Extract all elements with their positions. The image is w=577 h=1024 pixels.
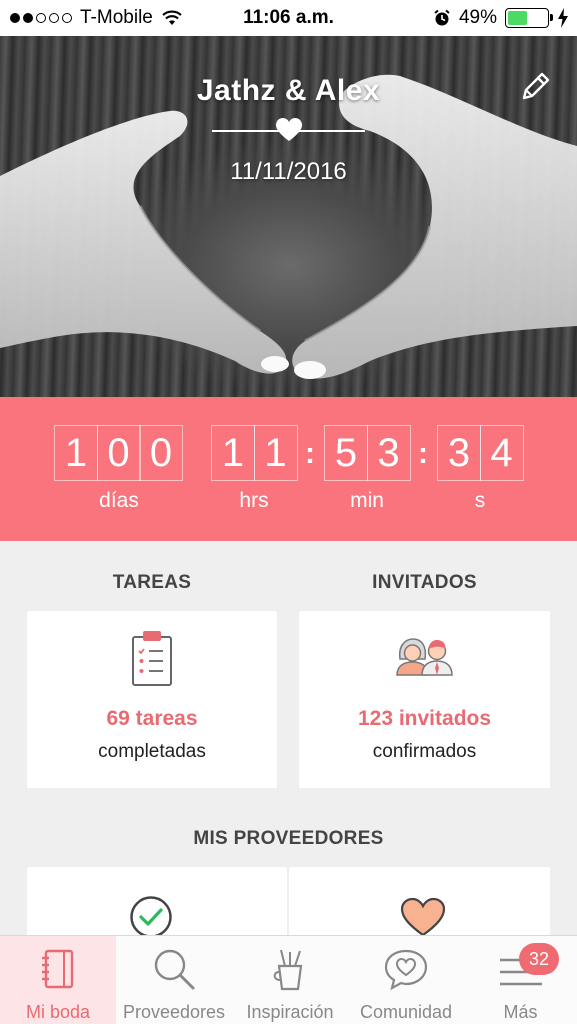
clipboard-checklist-icon xyxy=(132,631,172,686)
seconds-label: s xyxy=(474,489,486,512)
minutes-digit: 3 xyxy=(366,425,411,481)
tab-inspiracion[interactable]: Inspiración xyxy=(232,936,348,1024)
days-digit: 0 xyxy=(96,425,141,481)
heart-favorite-icon xyxy=(400,897,446,937)
tab-proveedores[interactable]: Proveedores xyxy=(116,936,232,1024)
battery-icon xyxy=(505,8,553,28)
tab-comunidad[interactable]: Comunidad xyxy=(348,936,464,1024)
battery-percent: 49% xyxy=(458,7,497,28)
status-right: 49% xyxy=(433,7,569,29)
days-digit: 0 xyxy=(139,425,183,481)
tab-label: Mi boda xyxy=(25,1002,91,1022)
tab-label: Inspiración xyxy=(246,1002,334,1022)
countdown-days: 1 0 0 xyxy=(54,425,183,481)
guests-card[interactable]: 123 invitados confirmados xyxy=(299,611,550,788)
seconds-digit: 3 xyxy=(437,425,481,481)
countdown-minutes: 5 3 xyxy=(324,425,411,481)
tasks-card[interactable]: 69 tareas completadas xyxy=(27,611,277,788)
countdown-banner: 1 0 0 1 1 : 5 3 : 3 4 días hrs min s xyxy=(0,397,577,541)
bottom-tab-bar: Mi boda Proveedores Inspiración Comunida… xyxy=(0,935,577,1024)
tab-label: Más xyxy=(503,1002,538,1022)
notification-badge: 32 xyxy=(519,943,559,975)
guests-couple-icon xyxy=(396,638,453,676)
hours-label: hrs xyxy=(239,489,269,512)
heart-chat-icon xyxy=(384,949,428,991)
minutes-digit: 5 xyxy=(324,425,368,481)
guests-section-title: INVITADOS xyxy=(372,572,477,593)
tab-label: Comunidad xyxy=(359,1002,453,1022)
tab-mi-boda[interactable]: Mi boda xyxy=(0,936,116,1024)
tasks-count: 69 tareas xyxy=(106,707,198,730)
guests-count: 123 invitados xyxy=(357,707,492,730)
pencil-cup-icon xyxy=(273,949,303,991)
edit-pencil-icon[interactable] xyxy=(518,70,552,104)
days-digit: 1 xyxy=(54,425,98,481)
status-bar: T-Mobile 11:06 a.m. 49% xyxy=(0,0,577,36)
countdown-seconds: 3 4 xyxy=(437,425,524,481)
charging-bolt-icon xyxy=(558,8,568,28)
hero-cover-photo: Jathz & Alex 11/11/2016 xyxy=(0,36,577,397)
hours-digit: 1 xyxy=(211,425,255,481)
alarm-icon xyxy=(434,9,450,26)
seconds-digit: 4 xyxy=(479,425,524,481)
search-icon xyxy=(154,949,195,990)
guests-status: confirmados xyxy=(372,741,477,762)
tasks-section-title: TAREAS xyxy=(112,572,192,593)
time-separator: : xyxy=(305,437,315,470)
minutes-label: min xyxy=(350,489,384,512)
vendors-section-title: MIS PROVEEDORES xyxy=(193,828,384,849)
tab-label: Proveedores xyxy=(122,1002,226,1022)
wedding-date: 11/11/2016 xyxy=(230,158,347,185)
tasks-status: completadas xyxy=(98,741,206,762)
check-circle-icon xyxy=(130,896,172,938)
countdown-hours: 1 1 xyxy=(211,425,298,481)
hours-digit: 1 xyxy=(253,425,298,481)
time-separator: : xyxy=(418,437,428,470)
tab-mas[interactable]: 32 Más xyxy=(464,936,577,1024)
days-label: días xyxy=(99,489,139,512)
battery-level xyxy=(508,11,527,25)
heart-icon xyxy=(276,118,302,141)
notebook-icon xyxy=(42,949,74,989)
couple-names: Jathz & Alex xyxy=(196,74,381,107)
